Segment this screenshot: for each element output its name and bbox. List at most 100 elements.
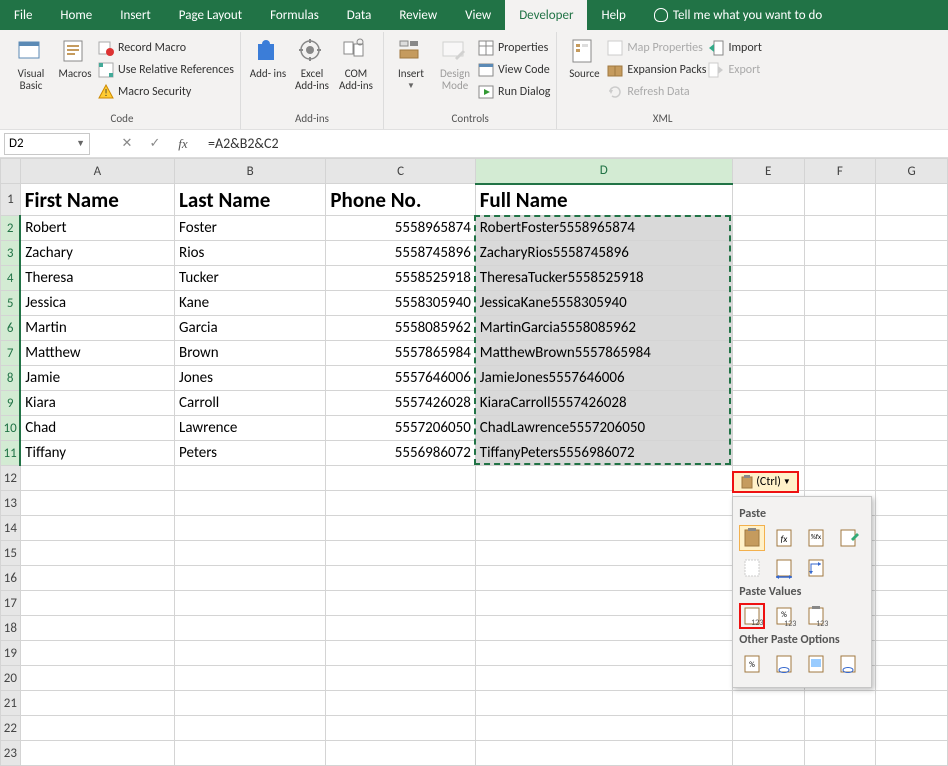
xml-source-button[interactable]: Source: [563, 34, 605, 80]
cell-D5[interactable]: JessicaKane5558305940: [475, 291, 732, 316]
cell-D13[interactable]: [475, 491, 732, 516]
cell-C14[interactable]: [326, 516, 475, 541]
cell-A13[interactable]: [20, 491, 174, 516]
row-header-17[interactable]: 17: [1, 591, 21, 616]
row-header-18[interactable]: 18: [1, 616, 21, 641]
col-header-G[interactable]: G: [876, 159, 948, 184]
cell-E2[interactable]: [732, 216, 804, 241]
cell-D8[interactable]: JamieJones5557646006: [475, 366, 732, 391]
cell-B23[interactable]: [175, 741, 326, 766]
cell-D7[interactable]: MatthewBrown5557865984: [475, 341, 732, 366]
run-dialog-button[interactable]: Run Dialog: [478, 82, 550, 102]
row-header-23[interactable]: 23: [1, 741, 21, 766]
row-header-7[interactable]: 7: [1, 341, 21, 366]
cell-B4[interactable]: Tucker: [175, 266, 326, 291]
cell-C23[interactable]: [326, 741, 475, 766]
cell-D4[interactable]: TheresaTucker5558525918: [475, 266, 732, 291]
paste-transpose-button[interactable]: [803, 555, 829, 581]
cell-G22[interactable]: [876, 716, 948, 741]
cell-A16[interactable]: [20, 566, 174, 591]
formula-text[interactable]: =A2&B2&C2: [208, 135, 279, 152]
row-header-21[interactable]: 21: [1, 691, 21, 716]
cell-B6[interactable]: Garcia: [175, 316, 326, 341]
cell-G9[interactable]: [876, 391, 948, 416]
paste-keep-source-fmt-button[interactable]: [835, 525, 861, 551]
insert-control-button[interactable]: Insert▼: [390, 34, 432, 91]
cell-B20[interactable]: [175, 666, 326, 691]
cell-G23[interactable]: [876, 741, 948, 766]
insert-function-button[interactable]: fx: [170, 133, 196, 155]
cell-B15[interactable]: [175, 541, 326, 566]
cell-C9[interactable]: 5557426028: [326, 391, 475, 416]
cell-D23[interactable]: [475, 741, 732, 766]
cell-G17[interactable]: [876, 591, 948, 616]
cell-D14[interactable]: [475, 516, 732, 541]
cell-F12[interactable]: [804, 466, 876, 491]
paste-values-numfmt-button[interactable]: %123: [771, 603, 797, 629]
cell-G5[interactable]: [876, 291, 948, 316]
cell-G7[interactable]: [876, 341, 948, 366]
cell-E1[interactable]: [732, 184, 804, 216]
cell-A11[interactable]: Tiffany: [20, 441, 174, 466]
cell-F3[interactable]: [804, 241, 876, 266]
cell-B14[interactable]: [175, 516, 326, 541]
cell-C22[interactable]: [326, 716, 475, 741]
cell-E9[interactable]: [732, 391, 804, 416]
paste-keep-col-widths-button[interactable]: [771, 555, 797, 581]
cell-D22[interactable]: [475, 716, 732, 741]
cell-A15[interactable]: [20, 541, 174, 566]
cell-C8[interactable]: 5557646006: [326, 366, 475, 391]
row-header-4[interactable]: 4: [1, 266, 21, 291]
record-macro-button[interactable]: Record Macro: [98, 38, 234, 58]
cell-E7[interactable]: [732, 341, 804, 366]
cell-B3[interactable]: Rios: [175, 241, 326, 266]
paste-formulas-numfmt-button[interactable]: %fx: [803, 525, 829, 551]
com-addins-button[interactable]: COM Add-ins: [335, 34, 377, 92]
cell-G3[interactable]: [876, 241, 948, 266]
cell-B18[interactable]: [175, 616, 326, 641]
cell-E6[interactable]: [732, 316, 804, 341]
cell-B19[interactable]: [175, 641, 326, 666]
paste-picture-button[interactable]: [803, 651, 829, 677]
cell-E5[interactable]: [732, 291, 804, 316]
paste-options-button[interactable]: (Ctrl) ▼: [732, 471, 799, 493]
tab-formulas[interactable]: Formulas: [256, 0, 333, 30]
paste-formatting-button[interactable]: %: [739, 651, 765, 677]
cell-F8[interactable]: [804, 366, 876, 391]
name-box[interactable]: D2▼: [4, 133, 90, 155]
cell-A6[interactable]: Martin: [20, 316, 174, 341]
row-header-19[interactable]: 19: [1, 641, 21, 666]
cell-E11[interactable]: [732, 441, 804, 466]
cell-F7[interactable]: [804, 341, 876, 366]
cell-F9[interactable]: [804, 391, 876, 416]
cell-B12[interactable]: [175, 466, 326, 491]
cell-A10[interactable]: Chad: [20, 416, 174, 441]
cell-B21[interactable]: [175, 691, 326, 716]
cell-A14[interactable]: [20, 516, 174, 541]
addins-button[interactable]: Add- ins: [247, 34, 289, 80]
cell-A2[interactable]: Robert: [20, 216, 174, 241]
cell-C1[interactable]: Phone No.: [326, 184, 475, 216]
tab-page-layout[interactable]: Page Layout: [165, 0, 256, 30]
cell-G18[interactable]: [876, 616, 948, 641]
cell-B13[interactable]: [175, 491, 326, 516]
row-header-10[interactable]: 10: [1, 416, 21, 441]
col-header-C[interactable]: C: [326, 159, 475, 184]
cell-F22[interactable]: [804, 716, 876, 741]
cell-E22[interactable]: [732, 716, 804, 741]
cell-G20[interactable]: [876, 666, 948, 691]
row-header-1[interactable]: 1: [1, 184, 21, 216]
col-header-A[interactable]: A: [20, 159, 174, 184]
cell-F6[interactable]: [804, 316, 876, 341]
cell-C21[interactable]: [326, 691, 475, 716]
cell-C19[interactable]: [326, 641, 475, 666]
row-header-20[interactable]: 20: [1, 666, 21, 691]
cell-D3[interactable]: ZacharyRios5558745896: [475, 241, 732, 266]
cell-D20[interactable]: [475, 666, 732, 691]
cell-A23[interactable]: [20, 741, 174, 766]
row-header-11[interactable]: 11: [1, 441, 21, 466]
cell-B1[interactable]: Last Name: [175, 184, 326, 216]
design-mode-button[interactable]: Design Mode: [434, 34, 476, 92]
tab-help[interactable]: Help: [587, 0, 639, 30]
cell-A5[interactable]: Jessica: [20, 291, 174, 316]
